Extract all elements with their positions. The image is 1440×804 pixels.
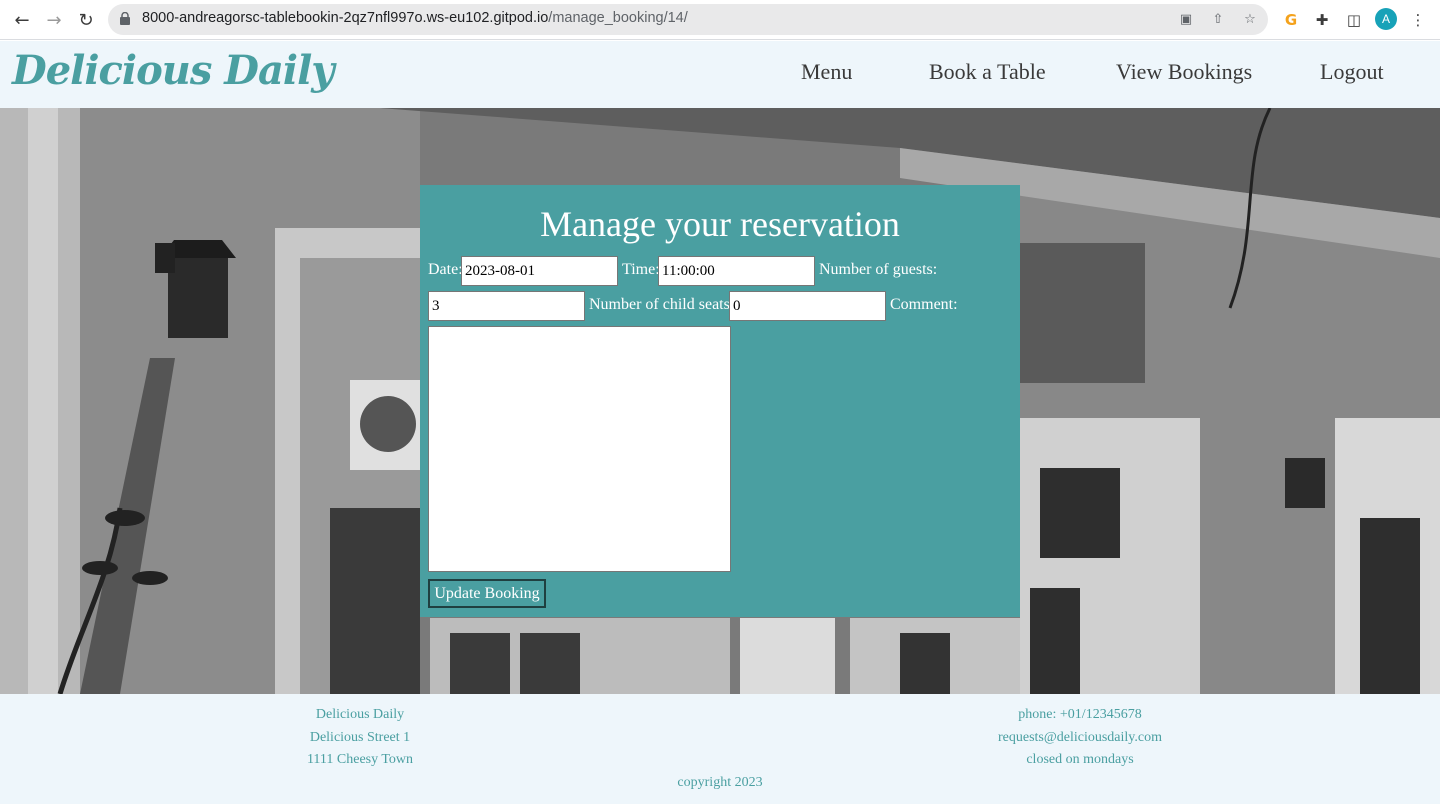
hero-background: Manage your reservation Date: 2023-08-01… bbox=[0, 108, 1440, 694]
footer-phone: phone: +01/12345678 bbox=[1018, 707, 1142, 722]
lock-icon bbox=[120, 12, 130, 25]
footer-hours: closed on mondays bbox=[1026, 752, 1134, 767]
extensions-puzzle-icon[interactable]: ✚ bbox=[1311, 9, 1333, 31]
manage-reservation-form: Manage your reservation Date: 2023-08-01… bbox=[420, 185, 1020, 617]
date-label: Date: bbox=[428, 261, 463, 278]
footer-address-town: 1111 Cheesy Town bbox=[306, 752, 414, 767]
side-panel-icon[interactable]: ◫ bbox=[1343, 9, 1365, 31]
nav-logout[interactable]: Logout bbox=[1320, 59, 1384, 85]
time-label: Time: bbox=[622, 261, 660, 278]
profile-avatar[interactable]: A bbox=[1375, 8, 1397, 30]
nav-view-bookings[interactable]: View Bookings bbox=[1116, 59, 1252, 85]
extension-g-icon[interactable]: G bbox=[1280, 9, 1302, 31]
footer-copyright: copyright 2023 bbox=[677, 775, 763, 790]
time-input[interactable]: 11:00:00 bbox=[658, 256, 815, 286]
guests-label: Number of guests: bbox=[819, 261, 938, 278]
update-booking-button[interactable]: Update Booking bbox=[428, 579, 546, 608]
comment-textarea[interactable] bbox=[428, 326, 731, 572]
guests-input[interactable]: 3 bbox=[428, 291, 585, 321]
nav-menu[interactable]: Menu bbox=[801, 59, 852, 85]
footer-address-name: Delicious Daily bbox=[315, 707, 405, 722]
share-icon[interactable]: ⇧ bbox=[1209, 10, 1227, 28]
bookmark-star-icon[interactable]: ☆ bbox=[1241, 10, 1259, 28]
footer-address-street: Delicious Street 1 bbox=[309, 730, 411, 745]
site-header: Delicious Daily Menu Book a Table View B… bbox=[0, 41, 1440, 108]
reload-icon[interactable]: ↻ bbox=[74, 8, 98, 32]
child-seats-label: Number of child seats: bbox=[589, 296, 735, 313]
address-bar[interactable]: 8000-andreagorsc-tablebookin-2qz7nfl997o… bbox=[108, 4, 1268, 35]
footer-email[interactable]: requests@deliciousdaily.com bbox=[998, 730, 1162, 746]
translate-icon[interactable]: ▣ bbox=[1177, 10, 1195, 28]
site-footer: Delicious Daily Delicious Street 1 1111 … bbox=[0, 694, 1440, 804]
date-input[interactable]: 2023-08-01 bbox=[461, 256, 618, 286]
url-text[interactable]: 8000-andreagorsc-tablebookin-2qz7nfl997o… bbox=[142, 10, 688, 26]
forward-icon[interactable]: → bbox=[42, 8, 66, 32]
comment-label: Comment: bbox=[890, 296, 958, 313]
back-icon[interactable]: ← bbox=[10, 8, 34, 32]
browser-toolbar: ← → ↻ 8000-andreagorsc-tablebookin-2qz7n… bbox=[0, 0, 1440, 40]
more-menu-icon[interactable]: ⋮ bbox=[1407, 9, 1429, 31]
child-seats-input[interactable]: 0 bbox=[729, 291, 886, 321]
page-title: Manage your reservation bbox=[540, 204, 900, 244]
nav-book-table[interactable]: Book a Table bbox=[929, 59, 1046, 85]
brand-logo[interactable]: Delicious Daily bbox=[12, 47, 335, 94]
